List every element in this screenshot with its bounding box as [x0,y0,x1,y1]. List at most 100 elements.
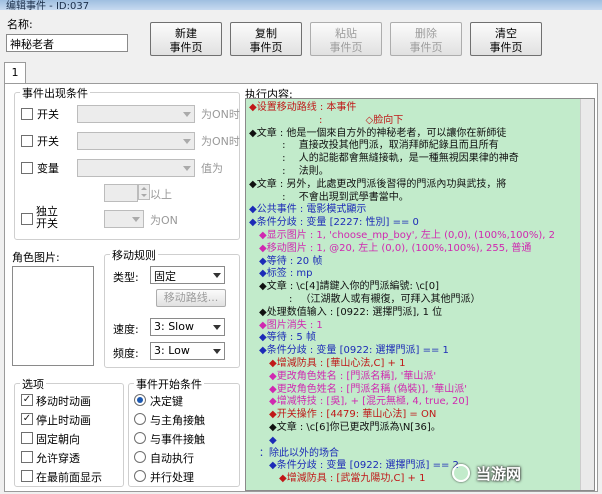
chevron-down-icon [213,325,221,330]
button-label-line1: 删除 [415,27,437,40]
button-label-line1: 粘贴 [335,27,357,40]
command-line[interactable]: ◆条件分歧 : 变量 [0922: 選擇門派] == 2 [249,460,459,472]
variable-checkbox[interactable] [21,162,33,174]
command-line[interactable]: ◆条件分歧 : 变量 [2227: 性別] == 0 [249,217,419,229]
options-title: 选项 [20,376,46,392]
chevron-down-icon [183,112,191,117]
variable-value-spinner[interactable] [138,184,150,200]
command-line[interactable]: ◆处理数值输入 : [0922: 選擇門派], 1 位 [249,307,442,319]
self-switch-select[interactable] [104,210,144,228]
name-input[interactable]: 神秘老者 [6,34,128,52]
command-line[interactable]: ◆显示图片 : 1, 'choose_mp_boy', 左上 (0,0), (1… [249,230,555,242]
command-line[interactable]: ◆标签 : mp [249,268,313,280]
trigger-label: 并行处理 [150,471,194,484]
button-label-line2: 事件页 [169,41,203,54]
switch1-select[interactable] [77,105,195,123]
window-title: 编辑事件 - ID:037 [6,1,90,10]
switch1-suffix: 为ON时 [201,108,240,121]
variable-value-input[interactable] [104,184,138,202]
trigger-radio[interactable] [134,432,146,444]
variable-above-label: 以上 [150,188,172,201]
movement-speed-select[interactable]: 3: Slow [150,318,225,336]
command-line[interactable]: ◆设置移动路线 : 本事件 [249,102,356,114]
variable-select[interactable] [77,159,195,177]
trigger-label: 与主角接触 [150,414,205,427]
command-line[interactable]: : 人的記能都會無縫接軌，是一種無視因果律的神奇 [249,153,519,165]
command-line[interactable]: ◆文章 : \c[6]你已更改門派為\N[36]。 [249,422,441,434]
event-command-list[interactable]: ◆增減防具 : [武當九陽功,C] + 1 ◆条件分歧 : 变量 [0922: … [245,98,595,491]
trigger-label: 决定键 [150,395,183,408]
command-line[interactable]: ◆公共事件 : 電影模式顯示 [249,204,366,216]
option-checkbox[interactable]: ✓ [21,394,33,406]
command-line[interactable]: ◆增减特技 : [吳], + [混元無極, 4, true, 20] [249,396,469,408]
trigger-title: 事件开始条件 [134,376,204,392]
command-line[interactable]: ◆更改角色姓名 : [門派名稱 (偽裝)], '華山派' [249,384,467,396]
name-label: 名称: [7,18,33,31]
command-line[interactable]: ：除此以外的场合 [249,448,339,460]
button-label-line2: 事件页 [329,41,363,54]
paste-event-page-button[interactable]: 粘贴 事件页 [310,22,382,56]
option-label: 在最前面显示 [36,471,102,484]
variable-suffix: 值为 [201,162,223,175]
option-checkbox[interactable] [21,470,33,482]
movement-title: 移动规则 [110,247,158,263]
switch2-label: 开关 [37,135,59,148]
trigger-radio[interactable] [134,451,146,463]
option-checkbox[interactable]: ✓ [21,413,33,425]
switch2-suffix: 为ON时 [201,135,240,148]
variable-label: 变量 [37,162,59,175]
option-checkbox[interactable] [21,432,33,444]
tab-page-1[interactable]: 1 [4,62,26,84]
command-line[interactable]: ◆文章 : 他是一個來自方外的神秘老者，可以讓你在新師徒 [249,128,506,140]
self-switch-suffix: 为ON [150,214,178,227]
movement-freq-select[interactable]: 3: Low [150,342,225,360]
command-line[interactable]: : 不會出現到武學書當中。 [249,192,409,204]
command-list-scrollbar[interactable] [580,99,594,490]
movement-type-label: 类型: [113,271,139,284]
chevron-down-icon [213,349,221,354]
command-line[interactable]: ◆ [249,435,277,447]
command-line[interactable]: ◆更改角色姓名 : [門派名稱], '華山派' [249,371,436,383]
command-line[interactable]: ◆开关操作 : [4479: 華山心法] = ON [249,409,436,421]
option-label: 允许穿透 [36,452,80,465]
trigger-radio[interactable] [134,470,146,482]
command-line[interactable]: ◆条件分歧 : 变量 [0922: 選擇門派] == 1 [249,345,449,357]
command-line[interactable]: ◆增減防具 : [華山心法,C] + 1 [249,358,406,370]
window-titlebar: 编辑事件 - ID:037 [0,0,602,10]
graphic-preview[interactable] [12,266,94,366]
clear-event-page-button[interactable]: 清空 事件页 [470,22,542,56]
switch2-checkbox[interactable] [21,135,33,147]
command-line[interactable]: : 法則。 [249,166,329,178]
movement-speed-label: 速度: [113,323,139,336]
movement-speed-value: 3: Slow [154,320,194,333]
command-line[interactable]: : 直接改投其他門派，取消拜師紀錄且而且所有 [249,140,499,152]
trigger-radio[interactable] [134,394,146,406]
watermark-logo [452,464,470,482]
option-checkbox[interactable] [21,451,33,463]
copy-event-page-button[interactable]: 复制 事件页 [230,22,302,56]
movement-route-button[interactable]: 移动路线... [156,289,226,307]
self-switch-label: 独立 开关 [36,206,58,230]
movement-type-select[interactable]: 固定 [150,266,225,284]
button-label-line1: 复制 [255,27,277,40]
button-label-line2: 事件页 [249,41,283,54]
switch1-checkbox[interactable] [21,108,33,120]
trigger-radio[interactable] [134,413,146,425]
command-line[interactable]: ◆移动图片 : 1, @20, 左上 (0,0), (100%,100%), 2… [249,243,531,255]
command-line[interactable]: ◆等待 : 5 帧 [249,332,316,344]
button-label-line1: 新建 [175,27,197,40]
switch2-select[interactable] [77,132,195,150]
self-switch-checkbox[interactable] [21,213,33,225]
command-line[interactable]: ◆图片消失 : 1 [249,320,323,332]
command-line[interactable]: : ◇脸向下 [249,115,403,127]
command-line[interactable]: ◆等待 : 20 帧 [249,256,322,268]
command-line[interactable]: ◆文章 : \c[4]請鍵入你的門派編號: \c[0] [249,281,439,293]
command-line[interactable]: ◆增減防具 : [武當九陽功,C] + 1 [249,473,426,485]
delete-event-page-button[interactable]: 删除 事件页 [390,22,462,56]
button-label-line2: 事件页 [489,41,523,54]
command-line[interactable]: : （江湖散人或有襯復，可拜入其他門派） [249,294,481,306]
new-event-page-button[interactable]: 新建 事件页 [150,22,222,56]
command-line[interactable]: ◆文章 : 另外，此處更改門派後習得的門派內功與武技，將 [249,179,506,191]
button-label-line2: 事件页 [409,41,443,54]
movement-freq-label: 频度: [113,347,139,360]
